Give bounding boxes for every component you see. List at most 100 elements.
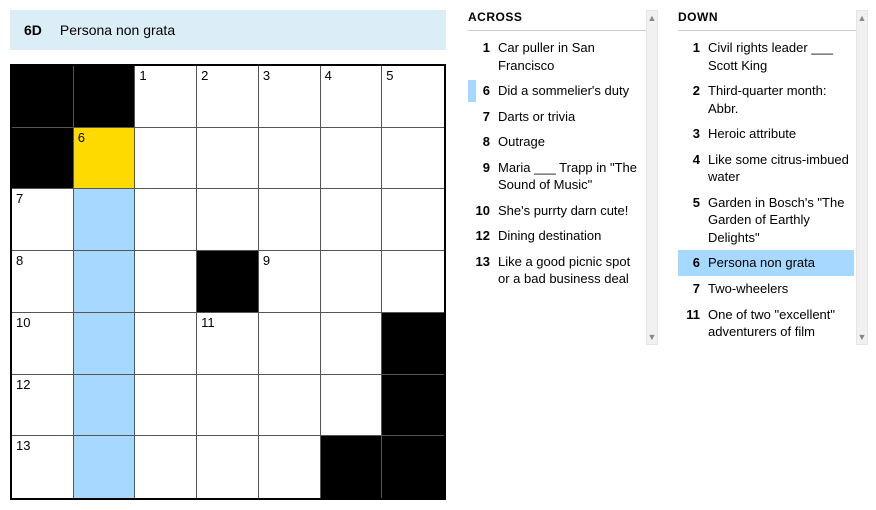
cell-number: 13	[16, 438, 30, 453]
cell[interactable]	[382, 189, 444, 251]
clue-text: Darts or trivia	[498, 108, 640, 126]
clue-number: 1	[678, 39, 700, 74]
cell[interactable]: 5	[382, 66, 444, 128]
cell[interactable]	[135, 189, 197, 251]
clue-row[interactable]: 4Like some citrus-imbued water	[678, 147, 854, 190]
clue-text: Persona non grata	[708, 254, 850, 272]
crossword-grid[interactable]: 12345678910111213	[10, 64, 446, 500]
clue-text: She's purrty darn cute!	[498, 202, 640, 220]
clue-row[interactable]: 6Did a sommelier's duty	[468, 78, 644, 104]
cell[interactable]	[321, 251, 383, 313]
current-clue-id: 6D	[24, 22, 42, 38]
cell[interactable]	[259, 375, 321, 437]
cell[interactable]	[135, 251, 197, 313]
cell[interactable]	[135, 436, 197, 498]
cell[interactable]	[135, 128, 197, 190]
cell[interactable]	[74, 189, 136, 251]
cell[interactable]	[382, 251, 444, 313]
across-list[interactable]: 1Car puller in San Francisco6Did a somme…	[468, 35, 658, 292]
scroll-up-icon[interactable]: ▲	[647, 11, 657, 25]
cell[interactable]: 2	[197, 66, 259, 128]
cell[interactable]	[74, 436, 136, 498]
cell[interactable]	[321, 189, 383, 251]
clue-text: Third-quarter month: Abbr.	[708, 82, 850, 117]
clue-row[interactable]: 10She's purrty darn cute!	[468, 198, 644, 224]
cell[interactable]	[197, 375, 259, 437]
scroll-down-icon[interactable]: ▼	[857, 330, 867, 344]
cell[interactable]	[197, 189, 259, 251]
cell[interactable]	[321, 128, 383, 190]
cell[interactable]: 4	[321, 66, 383, 128]
clue-row[interactable]: 1Car puller in San Francisco	[468, 35, 644, 78]
clue-text: Outrage	[498, 133, 640, 151]
cell[interactable]	[259, 313, 321, 375]
clue-number: 6	[678, 254, 700, 272]
cell[interactable]	[135, 313, 197, 375]
cell-number: 10	[16, 315, 30, 330]
across-heading: ACROSS	[468, 10, 658, 31]
scrollbar-track[interactable]: ▲ ▼	[646, 10, 658, 345]
cell[interactable]	[321, 313, 383, 375]
cell[interactable]	[321, 375, 383, 437]
cell[interactable]	[74, 251, 136, 313]
cell[interactable]	[259, 189, 321, 251]
clue-row[interactable]: 11One of two "excellent" adventurers of …	[678, 302, 854, 345]
cell[interactable]	[135, 375, 197, 437]
cell-black	[382, 313, 444, 375]
cell[interactable]	[197, 436, 259, 498]
clue-row[interactable]: 13Like a good picnic spot or a bad busin…	[468, 249, 644, 292]
clue-row[interactable]: 2Third-quarter month: Abbr.	[678, 78, 854, 121]
cell[interactable]: 1	[135, 66, 197, 128]
clue-row[interactable]: 5Garden in Bosch's "The Garden of Earthl…	[678, 190, 854, 251]
clue-number: 7	[678, 280, 700, 298]
cell[interactable]: 8	[12, 251, 74, 313]
cell[interactable]: 12	[12, 375, 74, 437]
down-list[interactable]: 1Civil rights leader ___ Scott King2Thir…	[678, 35, 868, 345]
cell[interactable]	[259, 128, 321, 190]
scroll-up-icon[interactable]: ▲	[857, 11, 867, 25]
crossword-layout: 6D Persona non grata 12345678910111213 A…	[10, 10, 866, 500]
clue-text: Like a good picnic spot or a bad busines…	[498, 253, 640, 288]
cell[interactable]: 11	[197, 313, 259, 375]
clue-row[interactable]: 7Darts or trivia	[468, 104, 644, 130]
current-clue-bar[interactable]: 6D Persona non grata	[10, 10, 446, 50]
cell-number: 3	[263, 68, 270, 83]
cell[interactable]: 6	[74, 128, 136, 190]
current-clue-text: Persona non grata	[60, 22, 175, 38]
cell[interactable]: 10	[12, 313, 74, 375]
left-panel: 6D Persona non grata 12345678910111213	[10, 10, 446, 500]
clue-row[interactable]: 1Civil rights leader ___ Scott King	[678, 35, 854, 78]
clue-text: One of two "excellent" adventurers of fi…	[708, 306, 850, 341]
clue-text: Dining destination	[498, 227, 640, 245]
cell[interactable]	[74, 313, 136, 375]
cell-number: 4	[325, 68, 332, 83]
clue-row[interactable]: 3 Heroic attribute	[678, 121, 854, 147]
cell[interactable]	[259, 436, 321, 498]
cell[interactable]: 13	[12, 436, 74, 498]
clue-row[interactable]: 7Two-wheelers	[678, 276, 854, 302]
clue-row[interactable]: 9Maria ___ Trapp in "The Sound of Music"	[468, 155, 644, 198]
clue-text: Heroic attribute	[708, 125, 850, 143]
cell[interactable]	[197, 128, 259, 190]
cell-number: 1	[139, 68, 146, 83]
cell[interactable]: 7	[12, 189, 74, 251]
cell-black	[321, 436, 383, 498]
clue-number: 5	[678, 194, 700, 247]
cell-black	[12, 128, 74, 190]
clue-row[interactable]: 6 Persona non grata	[678, 250, 854, 276]
clue-row[interactable]: 12Dining destination	[468, 223, 644, 249]
cell[interactable]: 9	[259, 251, 321, 313]
cell-black	[382, 375, 444, 437]
across-column: ACROSS 1Car puller in San Francisco6Did …	[468, 10, 658, 345]
cell[interactable]: 3	[259, 66, 321, 128]
clue-number: 1	[468, 39, 490, 74]
scrollbar-track[interactable]: ▲ ▼	[856, 10, 868, 345]
clue-number: 4	[678, 151, 700, 186]
cell[interactable]	[382, 128, 444, 190]
down-heading: DOWN	[678, 10, 868, 31]
clue-row[interactable]: 8Outrage	[468, 129, 644, 155]
clue-number: 3	[678, 125, 700, 143]
cell[interactable]	[74, 375, 136, 437]
scroll-down-icon[interactable]: ▼	[647, 330, 657, 344]
clue-number: 6	[468, 82, 490, 100]
